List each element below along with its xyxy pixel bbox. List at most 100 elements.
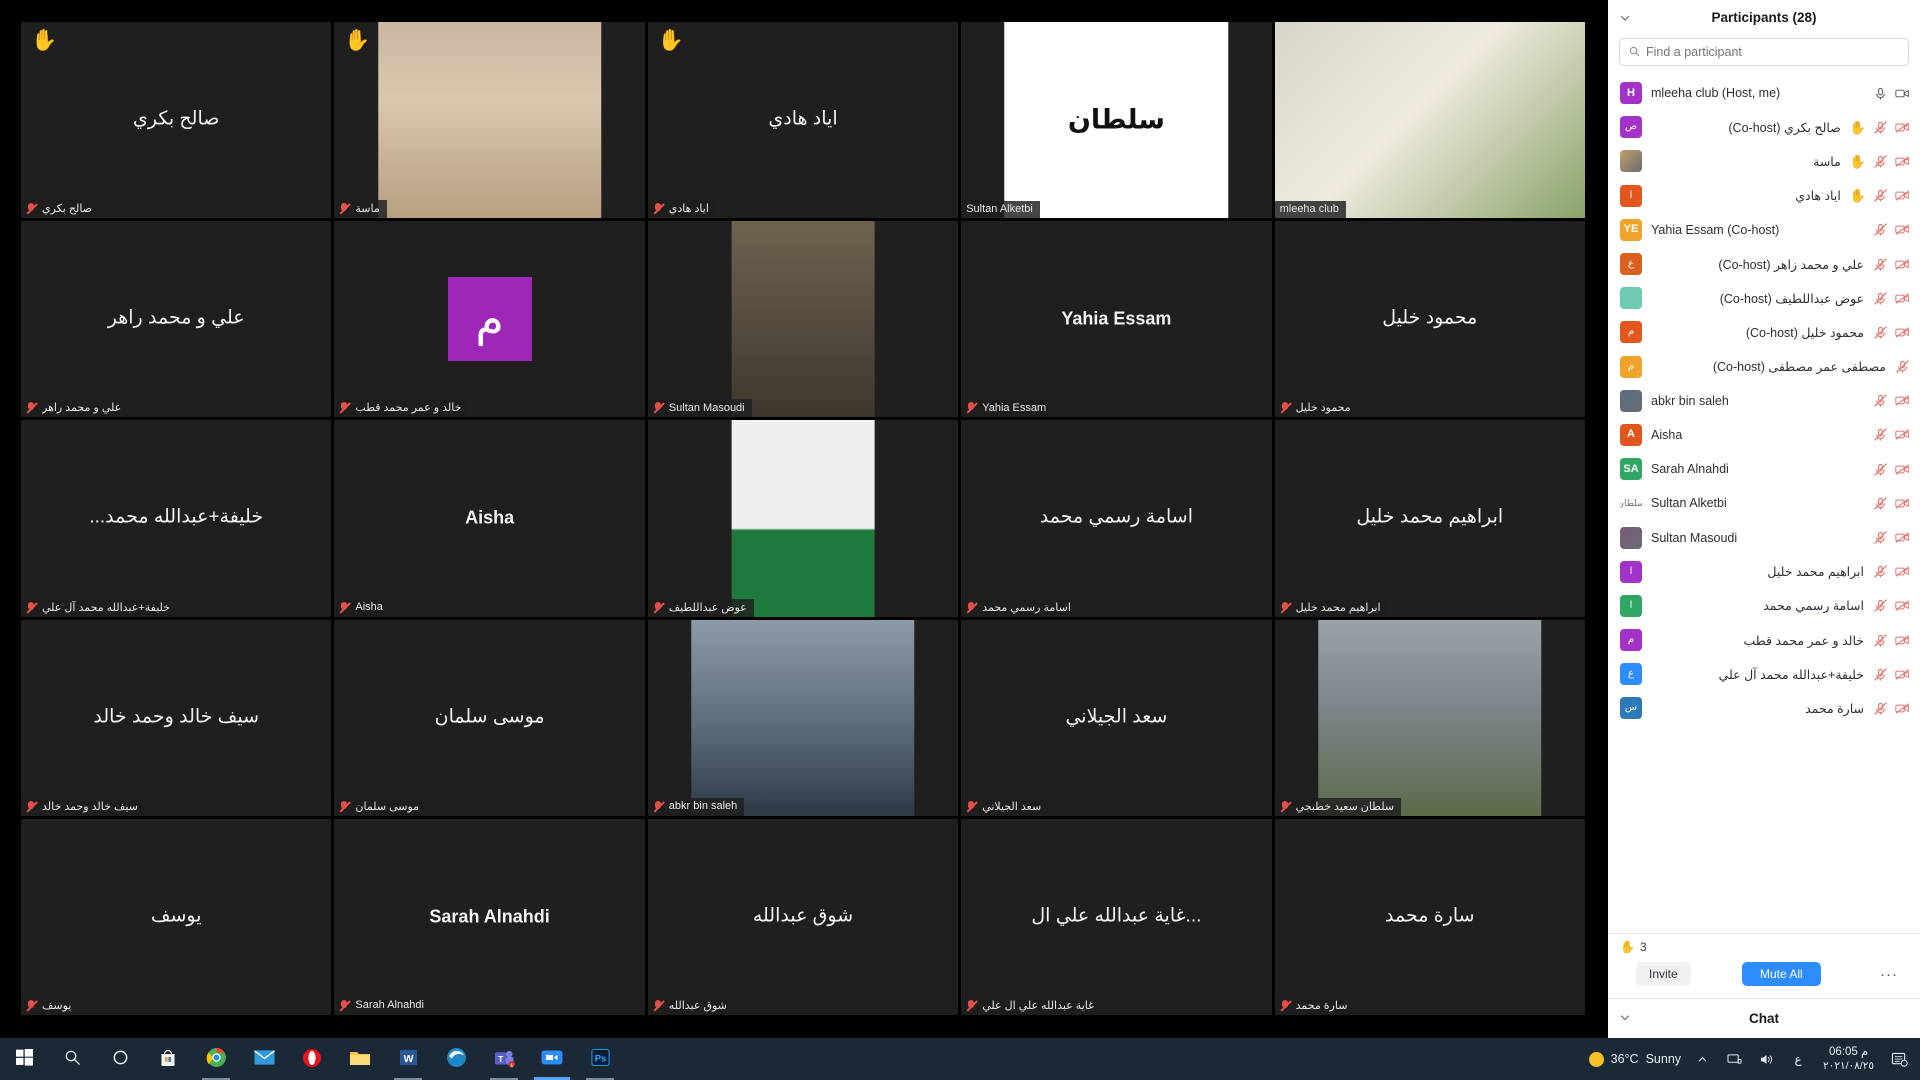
participant-row[interactable]: SASarah Alnahdi [1608, 452, 1920, 486]
participant-row[interactable]: YEYahia Essam (Co-host) [1608, 213, 1920, 247]
participant-row[interactable]: ممحمود خليل (Co-host) [1608, 315, 1920, 349]
participant-row[interactable]: ععلي و محمد زاهر (Co-host) [1608, 247, 1920, 281]
mic-muted-icon[interactable] [1873, 189, 1888, 202]
video-tile[interactable]: سعد الجيلانيسعد الجيلاني [961, 620, 1271, 816]
participant-row[interactable]: سلطانSultan Alketbi [1608, 486, 1920, 520]
participant-row[interactable]: ااياد هادي✋ [1608, 179, 1920, 213]
taskbar-cortana[interactable] [96, 1038, 144, 1080]
video-tile[interactable]: اياد هادي✋اياد هادي [648, 22, 958, 218]
camera-off-icon[interactable] [1895, 599, 1910, 612]
video-tile[interactable]: خليفة+عبدالله محمد...خليفة+عبدالله محمد … [21, 420, 331, 616]
camera-off-icon[interactable] [1895, 531, 1910, 544]
mic-muted-icon[interactable] [1873, 258, 1888, 271]
chevron-down-icon[interactable] [1619, 12, 1631, 24]
mic-muted-icon[interactable] [1873, 155, 1888, 168]
participant-row[interactable]: ااسامة رسمي محمد [1608, 589, 1920, 623]
video-tile[interactable]: mleeha club [1275, 22, 1585, 218]
camera-off-icon[interactable] [1895, 258, 1910, 271]
language-indicator[interactable]: ع [1787, 1038, 1809, 1080]
video-tile[interactable]: ابراهيم محمد خليلابراهيم محمد خليل [1275, 420, 1585, 616]
video-tile[interactable]: علي و محمد راهرعلي و محمد راهر [21, 221, 331, 417]
camera-off-icon[interactable] [1895, 634, 1910, 647]
participant-row[interactable]: عخليفة+عبدالله محمد آل علي [1608, 657, 1920, 691]
network-icon[interactable] [1723, 1038, 1745, 1080]
search-input[interactable] [1646, 45, 1899, 59]
video-tile[interactable]: AishaAisha [334, 420, 644, 616]
video-tile[interactable]: عوض عبداللطيف [648, 420, 958, 616]
camera-off-icon[interactable] [1895, 702, 1910, 715]
video-tile[interactable]: موسى سلمانموسى سلمان [334, 620, 644, 816]
participant-row[interactable]: سسارة محمد [1608, 691, 1920, 725]
participant-row[interactable]: اابراهيم محمد خليل [1608, 555, 1920, 589]
mic-muted-icon[interactable] [1873, 599, 1888, 612]
video-tile[interactable]: شوق عبداللهشوق عبدالله [648, 819, 958, 1015]
volume-icon[interactable] [1755, 1038, 1777, 1080]
participants-list[interactable]: Hmleeha club (Host, me)صصالح بكري (Co-ho… [1608, 74, 1920, 933]
mic-muted-icon[interactable] [1873, 121, 1888, 134]
participant-row[interactable]: صصالح بكري (Co-host)✋ [1608, 110, 1920, 144]
video-tile[interactable]: يوسفيوسف [21, 819, 331, 1015]
video-tile[interactable]: اسامة رسمي محمداسامة رسمي محمد [961, 420, 1271, 616]
mic-muted-icon[interactable] [1873, 565, 1888, 578]
taskbar-zoom[interactable] [528, 1038, 576, 1080]
participant-row[interactable]: ماسة✋ [1608, 144, 1920, 178]
camera-off-icon[interactable] [1895, 326, 1910, 339]
participant-row[interactable]: ممصطفى عمر مصطفى (Co-host) [1608, 350, 1920, 384]
camera-off-icon[interactable] [1895, 394, 1910, 407]
camera-icon[interactable] [1895, 87, 1910, 100]
taskbar-teams[interactable]: T1 [480, 1038, 528, 1080]
more-options-button[interactable]: ··· [1872, 963, 1906, 986]
video-tile[interactable]: abkr bin saleh [648, 620, 958, 816]
taskbar-mail[interactable] [240, 1038, 288, 1080]
camera-off-icon[interactable] [1895, 223, 1910, 236]
chat-panel-header[interactable]: Chat [1608, 998, 1920, 1038]
camera-off-icon[interactable] [1895, 189, 1910, 202]
camera-off-icon[interactable] [1895, 565, 1910, 578]
search-box[interactable] [1619, 38, 1909, 66]
mic-muted-icon[interactable] [1895, 360, 1910, 373]
video-tile[interactable]: محمود خليلمحمود خليل [1275, 221, 1585, 417]
taskbar-opera[interactable] [288, 1038, 336, 1080]
video-tile[interactable]: سيف خالد وحمد خالدسيف خالد وحمد خالد [21, 620, 331, 816]
video-tile[interactable]: Sarah AlnahdiSarah Alnahdi [334, 819, 644, 1015]
camera-off-icon[interactable] [1895, 292, 1910, 305]
participant-row[interactable]: مخالد و عمر محمد قطب [1608, 623, 1920, 657]
taskbar-search[interactable] [48, 1038, 96, 1080]
taskbar-chrome[interactable] [192, 1038, 240, 1080]
start-button[interactable] [0, 1038, 48, 1080]
weather-widget[interactable]: 36°C Sunny [1589, 1052, 1681, 1067]
video-tile[interactable]: سلطانSultan Alketbi [961, 22, 1271, 218]
camera-off-icon[interactable] [1895, 497, 1910, 510]
participant-row[interactable]: abkr bin saleh [1608, 384, 1920, 418]
mic-muted-icon[interactable] [1873, 326, 1888, 339]
mic-muted-icon[interactable] [1873, 634, 1888, 647]
video-tile[interactable]: مخالد و عمر محمد قطب [334, 221, 644, 417]
mic-muted-icon[interactable] [1873, 463, 1888, 476]
chevron-down-icon[interactable] [1619, 1011, 1631, 1026]
video-tile[interactable]: Sultan Masoudi [648, 221, 958, 417]
participant-row[interactable]: AAisha [1608, 418, 1920, 452]
taskbar-store[interactable] [144, 1038, 192, 1080]
video-tile[interactable]: صالح بكري✋صالح بكري [21, 22, 331, 218]
camera-off-icon[interactable] [1895, 463, 1910, 476]
camera-off-icon[interactable] [1895, 428, 1910, 441]
mic-muted-icon[interactable] [1873, 223, 1888, 236]
video-tile[interactable]: ...غاية عبدالله علي الغاية عبدالله علي ا… [961, 819, 1271, 1015]
mic-muted-icon[interactable] [1873, 668, 1888, 681]
mic-muted-icon[interactable] [1873, 702, 1888, 715]
taskbar-word[interactable]: W [384, 1038, 432, 1080]
participant-row[interactable]: Sultan Masoudi [1608, 520, 1920, 554]
mic-muted-icon[interactable] [1873, 428, 1888, 441]
mic-icon[interactable] [1873, 87, 1888, 100]
action-center-icon[interactable] [1888, 1038, 1910, 1080]
mic-muted-icon[interactable] [1873, 497, 1888, 510]
invite-button[interactable]: Invite [1636, 962, 1691, 986]
participant-row[interactable]: عوض عبداللطيف (Co-host) [1608, 281, 1920, 315]
show-hidden-icons-chevron[interactable] [1691, 1038, 1713, 1080]
video-tile[interactable]: سلطان سعيد خطبجي [1275, 620, 1585, 816]
taskbar-clock[interactable]: 06:05 م ٢٠٢١/٠٨/٢٥ [1819, 1046, 1878, 1071]
camera-off-icon[interactable] [1895, 155, 1910, 168]
video-tile[interactable]: سارة محمدسارة محمد [1275, 819, 1585, 1015]
video-tile[interactable]: ✋ماسة [334, 22, 644, 218]
video-tile[interactable]: Yahia EssamYahia Essam [961, 221, 1271, 417]
